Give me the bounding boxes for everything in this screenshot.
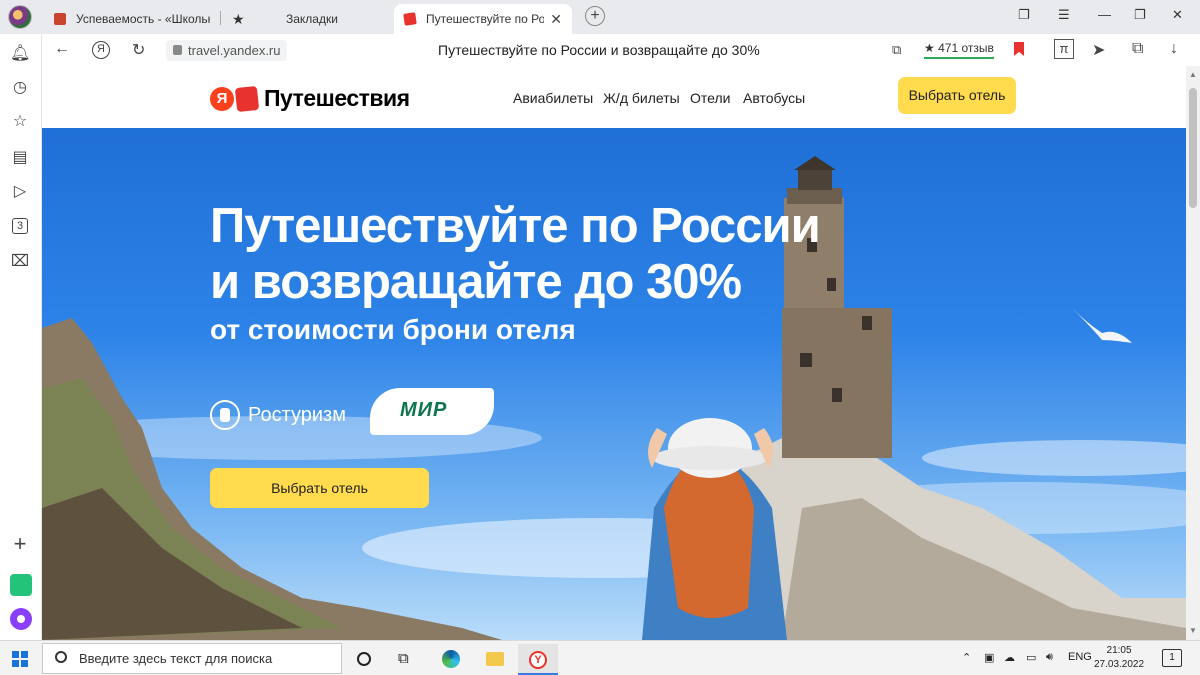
- history-icon[interactable]: ◷: [10, 78, 30, 98]
- mir-card-logo: МИР: [370, 388, 494, 435]
- yandex-browser-icon: Y: [529, 651, 547, 669]
- yandex-travel-logo[interactable]: Я Путешествия: [210, 85, 410, 112]
- travel-bag-icon: [234, 85, 260, 112]
- volume-icon[interactable]: 🔊︎: [1046, 651, 1053, 664]
- hero-choose-hotel-button[interactable]: Выбрать отель: [210, 468, 429, 508]
- file-explorer-icon[interactable]: [486, 652, 504, 666]
- cloud-icon[interactable]: ☁: [1004, 651, 1015, 664]
- pi-extension-icon[interactable]: π: [1054, 39, 1074, 59]
- tab-separator: [220, 11, 221, 25]
- logo-name: Путешествия: [264, 85, 410, 111]
- close-tab-icon[interactable]: ✕: [550, 11, 562, 28]
- hero-title: Путешествуйте по России и возвращайте до…: [210, 198, 821, 310]
- back-arrow-icon[interactable]: ←: [54, 40, 70, 58]
- cursor-extension-icon[interactable]: ➤: [1092, 40, 1105, 60]
- extensions-icon[interactable]: ⧉: [1132, 40, 1143, 58]
- notifications-icon[interactable]: 1: [1162, 649, 1182, 667]
- search-icon: [55, 651, 67, 663]
- nav-hotels[interactable]: Отели: [690, 90, 730, 106]
- new-tab-button[interactable]: +: [585, 6, 605, 26]
- network-icon[interactable]: ▭: [1026, 651, 1036, 664]
- site-header: Я Путешествия Авиабилеты Ж/д билеты Отел…: [42, 66, 1186, 128]
- tab-title: Закладки: [286, 12, 338, 26]
- collections-icon[interactable]: ❐: [1018, 7, 1030, 23]
- translate-icon[interactable]: ⧉: [892, 42, 901, 58]
- taskbar-clock[interactable]: 21:05 27.03.2022: [1094, 644, 1144, 672]
- add-panel-icon[interactable]: +: [10, 533, 30, 555]
- header-choose-hotel-button[interactable]: Выбрать отель: [898, 77, 1016, 114]
- hero-banner: Путешествуйте по России и возвращайте до…: [42, 128, 1186, 640]
- rosturizm-logo: Ростуризм: [210, 400, 346, 430]
- menu-icon[interactable]: ☰: [1058, 7, 1070, 23]
- page-title: Путешествуйте по России и возвращайте до…: [438, 42, 760, 58]
- favorites-star-icon[interactable]: ☆: [10, 112, 30, 132]
- close-window-icon[interactable]: ✕: [1172, 7, 1183, 23]
- reload-icon[interactable]: ↻: [132, 40, 145, 60]
- scroll-down-icon[interactable]: ▼: [1189, 626, 1197, 635]
- hero-subtitle: от стоимости брони отеля: [210, 314, 576, 345]
- url-field[interactable]: travel.yandex.ru: [166, 40, 287, 61]
- edge-icon[interactable]: [442, 650, 460, 668]
- tab-travel-active[interactable]: Путешествуйте по Росс ✕: [394, 4, 572, 34]
- download-icon[interactable]: ↓: [1170, 40, 1178, 58]
- eagle-emblem-icon: [210, 400, 240, 430]
- minimize-icon[interactable]: —: [1098, 7, 1111, 22]
- travel-favicon-icon: [403, 12, 417, 26]
- clock-date: 27.03.2022: [1094, 659, 1145, 670]
- notification-count: 1: [1169, 652, 1175, 663]
- screenshot-icon[interactable]: ⌧: [10, 252, 30, 272]
- tab-bookmarks[interactable]: ★ Закладки: [222, 4, 392, 34]
- alice-assistant-icon[interactable]: [10, 608, 32, 630]
- play-icon[interactable]: ▷: [10, 182, 30, 202]
- reviews-badge[interactable]: ★ 471 отзыв: [924, 41, 994, 59]
- star-icon: ★: [232, 11, 245, 27]
- bookmark-icon[interactable]: [1014, 42, 1024, 56]
- bell-icon[interactable]: 🔔︎: [10, 44, 30, 64]
- restore-icon[interactable]: ❐: [1134, 7, 1146, 23]
- profile-avatar[interactable]: [8, 5, 32, 29]
- yandex-logo-icon: Я: [210, 86, 234, 111]
- nav-trains[interactable]: Ж/д билеты: [603, 90, 680, 106]
- hero-title-line2: и возвращайте до 30%: [210, 255, 742, 309]
- messenger-icon[interactable]: [10, 574, 32, 596]
- nav-flights[interactable]: Авиабилеты: [513, 90, 593, 106]
- tray-app-icon[interactable]: ▣: [984, 651, 994, 664]
- hero-title-line1: Путешествуйте по России: [210, 199, 821, 253]
- nav-buses[interactable]: Автобусы: [743, 90, 805, 106]
- windows-start-icon[interactable]: [12, 651, 28, 667]
- notes-icon[interactable]: ▤: [10, 148, 30, 168]
- language-indicator[interactable]: ENG: [1068, 651, 1092, 663]
- lock-icon: [173, 45, 182, 55]
- scroll-up-icon[interactable]: ▲: [1189, 70, 1197, 79]
- tab-school-grades[interactable]: Успеваемость - «Школьн: [44, 4, 220, 34]
- url-text: travel.yandex.ru: [188, 43, 281, 58]
- taskbar-search-field[interactable]: Введите здесь текст для поиска: [42, 643, 342, 674]
- browser-sidebar: 🔔︎ ◷ ☆ ▤ ▷ 3 ⌧ +: [0, 34, 42, 640]
- task-view-icon[interactable]: ⧉: [398, 650, 416, 668]
- rosturizm-label: Ростуризм: [248, 403, 346, 426]
- scrollbar-thumb[interactable]: [1189, 88, 1197, 208]
- zen-icon[interactable]: 3: [12, 218, 28, 234]
- clock-time: 21:05: [1106, 645, 1132, 656]
- windows-taskbar: Введите здесь текст для поиска ⧉ Y ⌃ ▣ ☁…: [0, 640, 1200, 675]
- tray-chevron-icon[interactable]: ⌃: [962, 651, 971, 664]
- tab-title: Успеваемость - «Школьн: [76, 12, 210, 26]
- address-bar: ← Я ↻ travel.yandex.ru Путешествуйте по …: [42, 34, 1200, 66]
- school-favicon-icon: [54, 13, 66, 25]
- mir-label: МИР: [400, 399, 448, 421]
- browser-tab-bar: Успеваемость - «Школьн ★ Закладки Путеше…: [0, 0, 1200, 34]
- cortana-icon[interactable]: [357, 652, 371, 666]
- yandex-home-icon[interactable]: Я: [92, 41, 110, 59]
- tab-title: Путешествуйте по Росс: [426, 12, 545, 26]
- page-scrollbar[interactable]: ▲ ▼: [1186, 66, 1200, 640]
- search-placeholder: Введите здесь текст для поиска: [79, 651, 273, 666]
